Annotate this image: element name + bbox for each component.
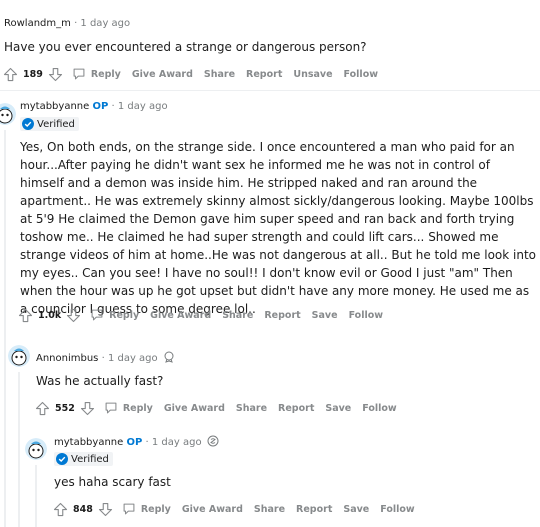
give-award-button[interactable]: Give Award bbox=[150, 310, 211, 321]
comment-text: yes haha scary fast bbox=[54, 475, 171, 489]
comment-time: 1 day ago bbox=[107, 353, 158, 364]
post-meta: Rowlandm_m · 1 day ago bbox=[4, 18, 131, 29]
thread-line[interactable] bbox=[35, 465, 37, 527]
follow-button[interactable]: Follow bbox=[362, 403, 396, 414]
upvote-icon[interactable] bbox=[18, 308, 33, 323]
report-button[interactable]: Report bbox=[296, 504, 332, 515]
reply-label: Reply bbox=[109, 309, 140, 321]
award-icon bbox=[164, 351, 174, 363]
post-time: 1 day ago bbox=[80, 18, 131, 29]
upvote-icon[interactable] bbox=[53, 502, 68, 517]
downvote-icon[interactable] bbox=[80, 401, 95, 416]
comment-time: 1 day ago bbox=[117, 101, 168, 112]
post-vote-count: 189 bbox=[23, 68, 43, 80]
share-button[interactable]: Share bbox=[236, 403, 267, 414]
share-button[interactable]: Share bbox=[254, 504, 285, 515]
share-button[interactable]: Share bbox=[204, 69, 235, 80]
thread-line[interactable] bbox=[18, 372, 20, 527]
comment-username[interactable]: mytabbyanne bbox=[20, 101, 89, 112]
comment-username[interactable]: mytabbyanne bbox=[54, 437, 123, 448]
reply-icon bbox=[105, 402, 117, 414]
avatar-icon[interactable] bbox=[25, 438, 47, 460]
verified-badge: Verified bbox=[54, 452, 113, 466]
verified-check-icon bbox=[56, 453, 68, 465]
award-icon bbox=[207, 435, 219, 447]
verified-label: Verified bbox=[37, 118, 75, 130]
follow-button[interactable]: Follow bbox=[380, 504, 414, 515]
upvote-icon[interactable] bbox=[35, 401, 50, 416]
comment-vote-count: 848 bbox=[73, 503, 93, 515]
unsave-button[interactable]: Unsave bbox=[293, 69, 332, 80]
comment-vote-count: 552 bbox=[55, 402, 75, 414]
comment-meta: mytabbyanne OP · 1 day ago bbox=[20, 101, 168, 112]
comment-time: 1 day ago bbox=[151, 437, 202, 448]
avatar-icon[interactable] bbox=[0, 103, 16, 125]
give-award-button[interactable]: Give Award bbox=[164, 403, 225, 414]
comment-meta: mytabbyanne OP · 1 day ago bbox=[54, 435, 219, 448]
downvote-icon[interactable] bbox=[66, 308, 81, 323]
op-badge: OP bbox=[92, 101, 109, 112]
post-title: Have you ever encountered a strange or d… bbox=[4, 40, 367, 54]
downvote-icon[interactable] bbox=[98, 502, 113, 517]
verified-check-icon bbox=[22, 118, 34, 130]
report-button[interactable]: Report bbox=[264, 310, 300, 321]
reply-button[interactable]: Reply bbox=[72, 67, 121, 81]
op-badge: OP bbox=[126, 437, 143, 448]
comment-vote-count: 1.0k bbox=[38, 309, 62, 321]
report-button[interactable]: Report bbox=[246, 69, 282, 80]
reply-icon bbox=[91, 309, 103, 321]
reply-label: Reply bbox=[90, 68, 121, 80]
comment-text: Yes, On both ends, on the strange side. … bbox=[20, 140, 536, 316]
report-button[interactable]: Report bbox=[278, 403, 314, 414]
save-button[interactable]: Save bbox=[343, 504, 369, 515]
reply-label: Reply bbox=[140, 503, 171, 515]
reply-button[interactable]: Reply bbox=[104, 401, 153, 415]
give-award-button[interactable]: Give Award bbox=[182, 504, 243, 515]
avatar-icon[interactable] bbox=[8, 345, 30, 367]
upvote-icon[interactable] bbox=[3, 67, 18, 82]
post-username[interactable]: Rowlandm_m bbox=[4, 18, 71, 29]
reply-button[interactable]: Reply bbox=[122, 502, 171, 516]
save-button[interactable]: Save bbox=[312, 310, 338, 321]
comment-actions: 552 Reply Give Award Share Report Save F… bbox=[35, 399, 397, 417]
post-actions: 189 Reply Give Award Share Report Unsave… bbox=[3, 65, 378, 83]
comment-meta: Annonimbus · 1 day ago bbox=[36, 351, 175, 364]
reply-icon bbox=[73, 68, 85, 80]
save-button[interactable]: Save bbox=[325, 403, 351, 414]
follow-button[interactable]: Follow bbox=[349, 310, 383, 321]
reply-label: Reply bbox=[122, 402, 153, 414]
reply-icon bbox=[123, 503, 135, 515]
give-award-button[interactable]: Give Award bbox=[132, 69, 193, 80]
verified-badge: Verified bbox=[20, 117, 79, 131]
comment-actions: 1.0k Reply Give Award Share Report Save … bbox=[18, 306, 383, 324]
follow-button[interactable]: Follow bbox=[344, 69, 378, 80]
comment-username[interactable]: Annonimbus bbox=[36, 353, 98, 364]
thread-line[interactable] bbox=[4, 130, 6, 527]
verified-label: Verified bbox=[71, 453, 109, 465]
reply-button[interactable]: Reply bbox=[90, 308, 139, 322]
share-button[interactable]: Share bbox=[222, 310, 253, 321]
comment-text: Was he actually fast? bbox=[36, 374, 164, 388]
divider bbox=[0, 90, 540, 91]
comment-actions: 848 Reply Give Award Share Report Save F… bbox=[53, 500, 415, 518]
downvote-icon[interactable] bbox=[48, 67, 63, 82]
